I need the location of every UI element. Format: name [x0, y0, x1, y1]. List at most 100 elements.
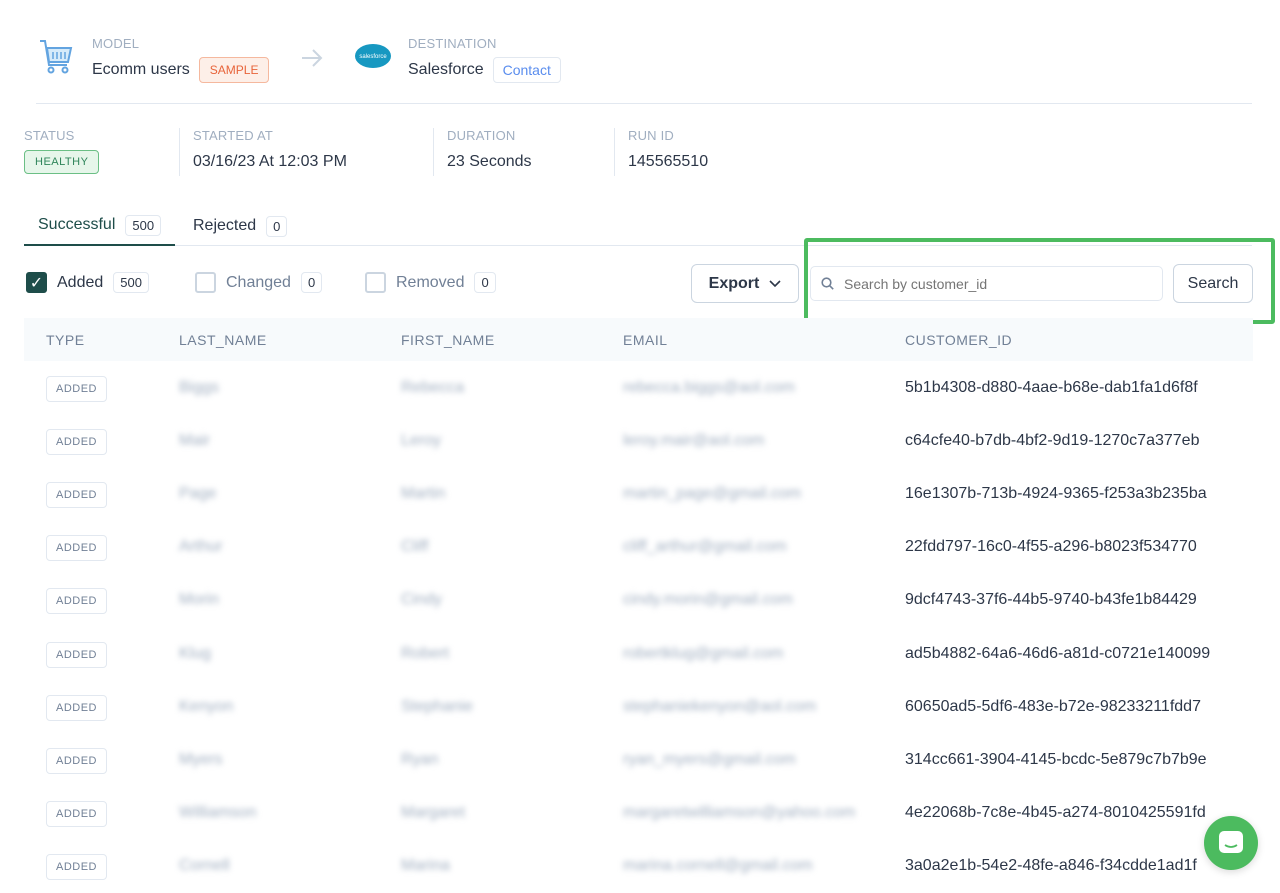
- table-row[interactable]: ADDED Myers Ryan ryan_myers@gmail.com 31…: [24, 733, 1253, 786]
- search-input[interactable]: [810, 266, 1163, 301]
- filter-changed-checkbox[interactable]: Changed 0: [195, 272, 323, 293]
- chat-icon: [1219, 831, 1243, 853]
- export-label: Export: [708, 274, 760, 292]
- checkmark-icon[interactable]: ✓: [26, 272, 47, 293]
- arrow-right-icon: [302, 49, 323, 67]
- last-name-cell: Biggs: [179, 378, 220, 396]
- tab-count: 500: [125, 214, 162, 236]
- last-name-cell: Arthur: [179, 538, 223, 556]
- email-cell: robertklug@gmail.com: [623, 644, 784, 662]
- type-badge: ADDED: [46, 694, 108, 721]
- first-name-cell: Rebecca: [401, 378, 465, 396]
- search-button[interactable]: Search: [1173, 264, 1253, 303]
- tab-label: Rejected: [193, 217, 257, 234]
- column-last-name: LAST_NAME: [179, 318, 401, 361]
- tab-successful[interactable]: Successful 500: [24, 206, 176, 246]
- salesforce-logo-icon: salesforce: [355, 44, 391, 68]
- export-button[interactable]: Export: [691, 264, 799, 303]
- type-badge: ADDED: [46, 801, 108, 828]
- destination-name[interactable]: Salesforce: [408, 61, 484, 79]
- run-id-label: RUN ID: [628, 128, 674, 143]
- table-row[interactable]: ADDED Page Martin martin_page@gmail.com …: [24, 467, 1253, 520]
- type-badge: ADDED: [46, 481, 108, 508]
- type-badge: ADDED: [46, 588, 108, 615]
- email-cell: martin_page@gmail.com: [623, 484, 802, 502]
- first-name-cell: Ryan: [401, 750, 439, 768]
- tab-label: Successful: [38, 216, 116, 233]
- table-row[interactable]: ADDED Klug Robert robertklug@gmail.com a…: [24, 627, 1253, 680]
- type-badge: ADDED: [46, 641, 108, 668]
- svg-text:salesforce: salesforce: [359, 54, 387, 60]
- started-stat: STARTED AT 03/16/23 At 12:03 PM: [193, 128, 347, 171]
- run-id-value: 145565510: [628, 153, 709, 170]
- email-cell: margaretwilliamson@yahoo.com: [623, 804, 856, 822]
- started-value: 03/16/23 At 12:03 PM: [193, 153, 347, 170]
- filter-removed-checkbox[interactable]: Removed 0: [365, 272, 496, 293]
- filter-added-checkbox[interactable]: ✓ Added 500: [26, 272, 149, 293]
- model-name[interactable]: Ecomm users: [92, 61, 190, 79]
- email-cell: marina.cornell@gmail.com: [623, 857, 813, 875]
- object-badge: Contact: [492, 57, 561, 83]
- status-label: STATUS: [24, 128, 75, 143]
- model-block: MODEL Ecomm users SAMPLE: [92, 36, 270, 83]
- last-name-cell: Mair: [179, 431, 211, 449]
- type-badge: ADDED: [46, 747, 108, 774]
- last-name-cell: Klug: [179, 644, 212, 662]
- checkbox-box[interactable]: [195, 272, 216, 293]
- sync-header: MODEL Ecomm users SAMPLE salesforce DESTI…: [36, 30, 1252, 104]
- table-header: TYPE LAST_NAME FIRST_NAME EMAIL CUSTOMER…: [24, 318, 1253, 361]
- last-name-cell: Cornell: [179, 857, 230, 875]
- customer-id-cell: 3a0a2e1b-54e2-48fe-a846-f34cdde1ad1f: [905, 857, 1197, 875]
- last-name-cell: Myers: [179, 750, 223, 768]
- customer-id-cell: 60650ad5-5df6-483e-b72e-98233211fdd7: [905, 697, 1201, 715]
- table-row[interactable]: ADDED Kenyon Stephanie stephaniekenyon@a…: [24, 680, 1253, 733]
- filter-label: Removed: [396, 273, 465, 291]
- type-badge: ADDED: [46, 535, 108, 562]
- last-name-cell: Morin: [179, 591, 220, 609]
- customer-id-cell: ad5b4882-64a6-46d6-a81d-c0721e140099: [905, 644, 1211, 662]
- started-label: STARTED AT: [193, 128, 274, 143]
- table-row[interactable]: ADDED Morin Cindy cindy.morin@gmail.com …: [24, 574, 1253, 627]
- type-badge: ADDED: [46, 428, 108, 455]
- search-icon: [821, 277, 834, 290]
- customer-id-cell: 314cc661-3904-4145-bcdc-5e879c7b7b9e: [905, 750, 1207, 768]
- filter-label: Added: [57, 273, 104, 291]
- column-type: TYPE: [24, 318, 179, 361]
- customer-id-cell: 4e22068b-7c8e-4b45-a274-8010425591fd: [905, 804, 1206, 822]
- table-row[interactable]: ADDED Arthur Cliff cliff_arthur@gmail.co…: [24, 521, 1253, 574]
- customer-id-cell: c64cfe40-b7db-4bf2-9d19-1270c7a377eb: [905, 431, 1200, 449]
- table-row[interactable]: ADDED Cornell Marina marina.cornell@gmai…: [24, 840, 1253, 893]
- model-label: MODEL: [92, 36, 140, 51]
- duration-stat: DURATION 23 Seconds: [447, 128, 532, 171]
- table-row[interactable]: ADDED Williamson Margaret margaretwillia…: [24, 787, 1253, 840]
- chat-launcher-button[interactable]: [1204, 816, 1258, 870]
- results-table: TYPE LAST_NAME FIRST_NAME EMAIL CUSTOMER…: [24, 318, 1253, 893]
- tab-rejected[interactable]: Rejected 0: [179, 206, 301, 246]
- duration-value: 23 Seconds: [447, 153, 532, 170]
- email-cell: cliff_arthur@gmail.com: [623, 538, 787, 556]
- duration-label: DURATION: [447, 128, 516, 143]
- table-row[interactable]: ADDED Mair Leroy leroy.mair@aol.com c64c…: [24, 414, 1253, 467]
- destination-label: DESTINATION: [408, 36, 497, 51]
- first-name-cell: Cliff: [401, 538, 429, 556]
- column-first-name: FIRST_NAME: [401, 318, 623, 361]
- destination-block: DESTINATION Salesforce Contact: [408, 36, 561, 83]
- run-id-stat: RUN ID 145565510: [628, 128, 708, 171]
- table-row[interactable]: ADDED Biggs Rebecca rebecca.biggs@aol.co…: [24, 361, 1253, 414]
- search-field[interactable]: [844, 275, 1144, 292]
- email-cell: rebecca.biggs@aol.com: [623, 378, 795, 396]
- customer-id-cell: 16e1307b-713b-4924-9365-f253a3b235ba: [905, 484, 1207, 502]
- shopping-cart-icon: [40, 40, 73, 74]
- customer-id-cell: 5b1b4308-d880-4aae-b68e-dab1fa1d6f8f: [905, 378, 1198, 396]
- email-cell: cindy.morin@gmail.com: [623, 591, 793, 609]
- tab-count: 0: [266, 215, 288, 237]
- first-name-cell: Robert: [401, 644, 450, 662]
- status-badge: HEALTHY: [24, 150, 100, 174]
- type-badge: ADDED: [46, 854, 108, 881]
- email-cell: leroy.mair@aol.com: [623, 431, 765, 449]
- first-name-cell: Stephanie: [401, 697, 474, 715]
- chevron-down-icon: [769, 279, 781, 287]
- type-badge: ADDED: [46, 375, 108, 402]
- checkbox-box[interactable]: [365, 272, 386, 293]
- email-cell: stephaniekenyon@aol.com: [623, 697, 817, 715]
